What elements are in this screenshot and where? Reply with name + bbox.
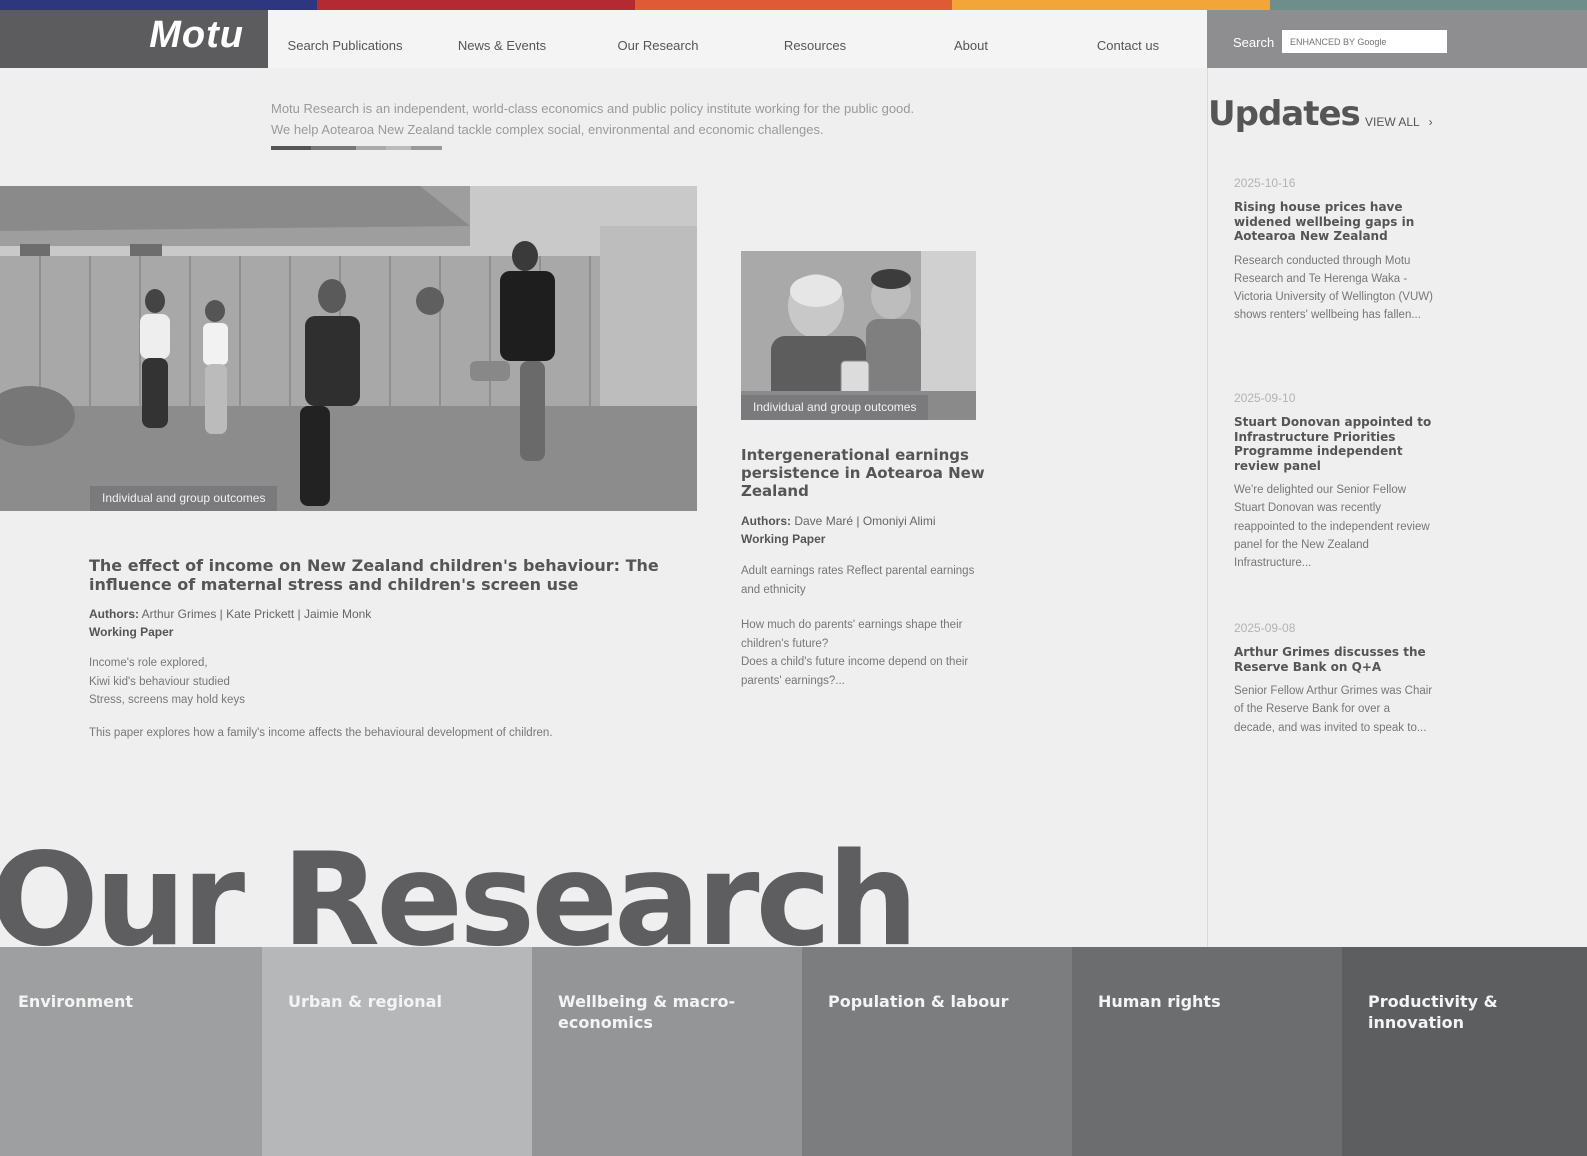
update-body: Research conducted through Motu Research… [1234, 254, 1433, 322]
search-bar: Search [1207, 10, 1587, 68]
authors-label: Authors: [741, 514, 791, 528]
chevron-right-icon: › [1428, 115, 1433, 129]
tile-human-rights[interactable]: Human rights [1072, 947, 1342, 1156]
underline-segment [411, 146, 442, 150]
second-title[interactable]: Intergenerational earnings persistence i… [741, 446, 986, 500]
feature-haiku: Income's role explored, Kiwi kid's behav… [89, 654, 245, 710]
feature-image[interactable]: Individual and group outcomes [0, 186, 697, 511]
intro-text: Motu Research is an independent, world-c… [271, 98, 971, 140]
nav-about[interactable]: About [954, 38, 988, 53]
logo-text: Motu [149, 14, 244, 56]
feature-summary: This paper explores how a family's incom… [89, 727, 553, 739]
publication-type: Working Paper [741, 532, 826, 546]
tile-environment[interactable]: Environment [0, 947, 262, 1156]
view-all-link[interactable]: VIEW ALL › [1365, 115, 1433, 129]
color-segment [317, 0, 635, 10]
nav-news-events[interactable]: News & Events [458, 38, 546, 53]
tile-label: Productivity & innovation [1368, 992, 1498, 1032]
color-segment [1269, 0, 1587, 10]
logo[interactable]: Motu [0, 10, 268, 68]
second-meta: Authors: Dave Maré | Omoniyi Alimi Worki… [741, 512, 986, 548]
update-body: Senior Fellow Arthur Grimes was Chair of… [1234, 685, 1433, 734]
color-segment [952, 0, 1270, 10]
authors-label: Authors: [89, 607, 139, 621]
nav-search-publications[interactable]: Search Publications [288, 38, 403, 53]
intro-underline [271, 146, 442, 150]
site-header: Motu Search Publications News & Events O… [0, 10, 1587, 68]
update-item[interactable]: 2025-10-16 Rising house prices have wide… [1234, 176, 1434, 325]
authors: Arthur Grimes | Kate Prickett | Jaimie M… [141, 607, 372, 621]
publication-type: Working Paper [89, 625, 174, 639]
update-item[interactable]: 2025-09-08 Arthur Grimes discusses the R… [1234, 621, 1434, 737]
haiku-line: Kiwi kid's behaviour studied [89, 675, 230, 688]
research-tiles: Environment Urban & regional Wellbeing &… [0, 947, 1587, 1156]
search-label: Search [1233, 35, 1275, 50]
tile-urban-regional[interactable]: Urban & regional [262, 947, 532, 1156]
summary-line: Does a child's future income depend on t… [741, 656, 969, 687]
category-tag[interactable]: Individual and group outcomes [741, 395, 929, 420]
update-title[interactable]: Stuart Donovan appointed to Infrastructu… [1234, 415, 1434, 473]
nav-resources[interactable]: Resources [784, 38, 846, 53]
update-title[interactable]: Arthur Grimes discusses the Reserve Bank… [1234, 645, 1434, 674]
search-input[interactable] [1282, 30, 1447, 53]
update-item[interactable]: 2025-09-10 Stuart Donovan appointed to I… [1234, 391, 1434, 572]
view-all-label: VIEW ALL [1365, 115, 1420, 129]
brand-color-bar [0, 0, 1587, 10]
tile-label: Urban & regional [288, 992, 442, 1011]
tile-wellbeing-macroeconomics[interactable]: Wellbeing & macro-economics [532, 947, 802, 1156]
haiku-line: Income's role explored, [89, 657, 208, 669]
second-summary: How much do parents' earnings shape thei… [741, 616, 986, 690]
second-image[interactable]: Individual and group outcomes [741, 251, 976, 420]
sidebar-divider [1207, 68, 1208, 948]
underline-segment [356, 146, 386, 150]
nav-our-research[interactable]: Our Research [618, 38, 699, 53]
color-segment [0, 0, 318, 10]
tile-label: Population & labour [828, 992, 1009, 1011]
tile-label: Environment [18, 992, 134, 1011]
update-body: We're delighted our Senior Fellow Stuart… [1234, 484, 1430, 570]
underline-segment [386, 146, 411, 150]
tile-label: Wellbeing & macro-economics [558, 992, 736, 1032]
haiku-line: Stress, screens may hold keys [89, 694, 245, 706]
tile-productivity-innovation[interactable]: Productivity & innovation [1342, 947, 1587, 1156]
category-tag[interactable]: Individual and group outcomes [90, 486, 278, 511]
color-segment [634, 0, 953, 10]
nav-contact-us[interactable]: Contact us [1097, 38, 1159, 53]
update-date: 2025-10-16 [1234, 176, 1296, 190]
authors: Dave Maré | Omoniyi Alimi [794, 514, 936, 528]
update-title[interactable]: Rising house prices have widened wellbei… [1234, 200, 1434, 244]
tile-label: Human rights [1098, 992, 1221, 1011]
main-nav: Search Publications News & Events Our Re… [268, 10, 1207, 68]
second-haiku: Adult earnings rates Reflect parental ea… [741, 565, 975, 596]
intro-line: Motu Research is an independent, world-c… [271, 101, 915, 116]
feature-title[interactable]: The effect of income on New Zealand chil… [89, 556, 699, 594]
intro-line: We help Aotearoa New Zealand tackle comp… [271, 122, 824, 137]
backyard-photo [0, 186, 697, 511]
update-date: 2025-09-10 [1234, 391, 1296, 405]
tile-population-labour[interactable]: Population & labour [802, 947, 1072, 1156]
underline-segment [311, 146, 356, 150]
feature-meta: Authors: Arthur Grimes | Kate Prickett |… [89, 605, 689, 641]
authors-line: Authors: Arthur Grimes | Kate Prickett |… [89, 605, 689, 623]
update-date: 2025-09-08 [1234, 621, 1296, 635]
authors-line: Authors: Dave Maré | Omoniyi Alimi [741, 512, 986, 530]
underline-segment [271, 146, 311, 150]
updates-heading: Updates [1208, 94, 1361, 134]
summary-line: How much do parents' earnings shape thei… [741, 619, 963, 650]
